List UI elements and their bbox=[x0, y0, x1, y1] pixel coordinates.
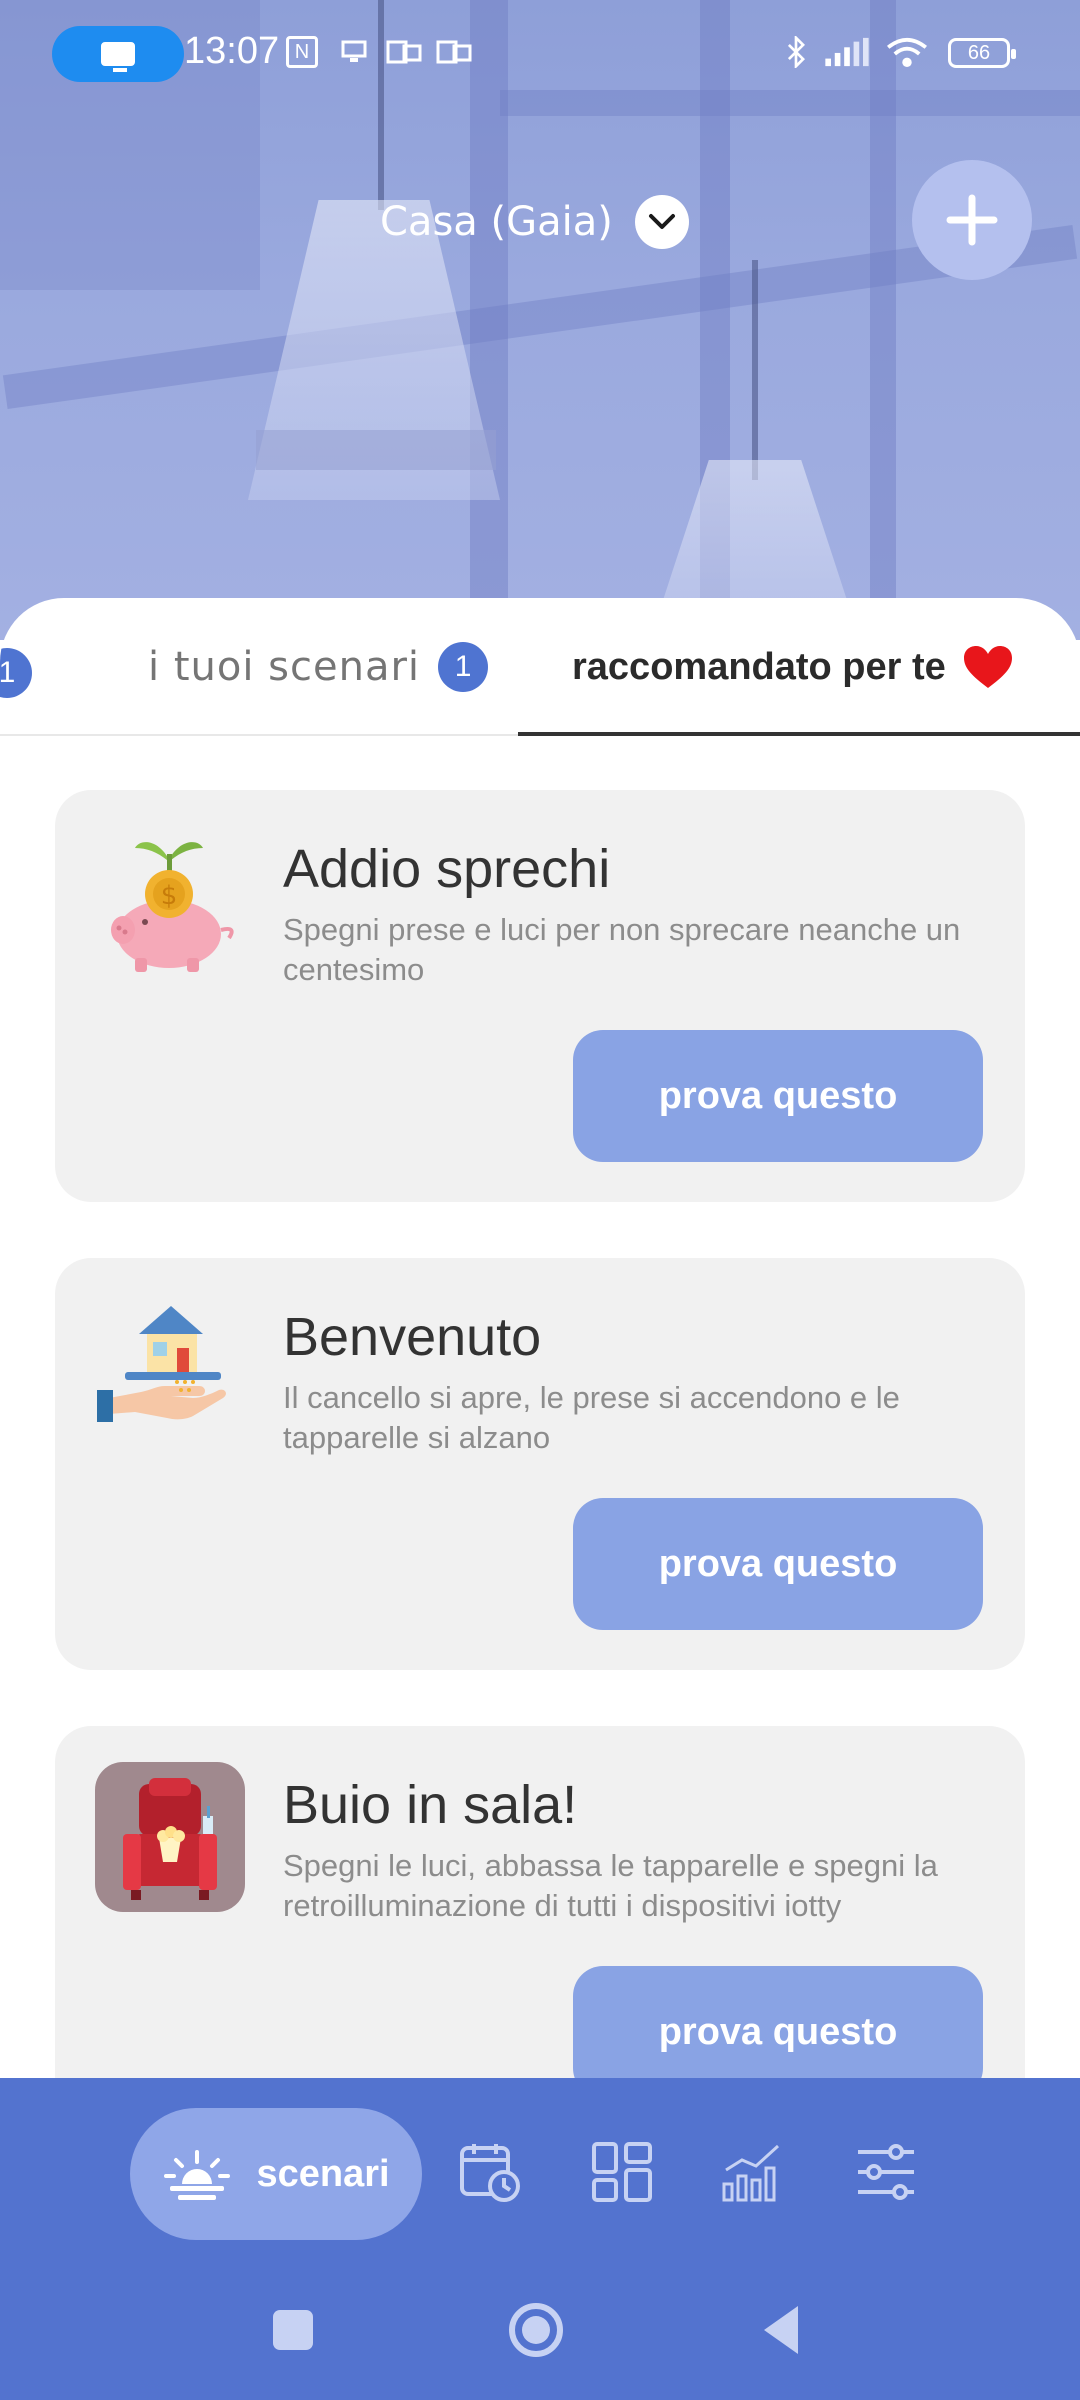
wifi-icon bbox=[887, 37, 927, 68]
active-tab-indicator bbox=[518, 732, 1080, 736]
stats-icon[interactable] bbox=[720, 2140, 784, 2204]
content-sheet: 1 i tuoi scenari 1 raccomandato per te $ bbox=[0, 598, 1080, 2078]
count-badge: 1 bbox=[438, 642, 489, 692]
piggy-bank-icon: $ bbox=[111, 842, 234, 972]
status-bar: 13:07 N 66 bbox=[0, 0, 1080, 108]
signal-icon bbox=[825, 37, 869, 67]
svg-text:$: $ bbox=[161, 881, 178, 911]
desktop-icon bbox=[341, 40, 367, 62]
cinema-seat-icon bbox=[95, 1762, 245, 1912]
tab-recommended[interactable]: raccomandato per te bbox=[572, 598, 1014, 736]
home-name: Casa (Gaia) bbox=[380, 199, 613, 245]
nfc-icon: N bbox=[286, 36, 318, 68]
scenario-card: Buio in sala! Spegni le luci, abbassa le… bbox=[55, 1726, 1025, 2078]
house-in-hand-icon bbox=[97, 1306, 226, 1422]
recent-apps-icon[interactable] bbox=[268, 2290, 318, 2370]
tab-bar: 1 i tuoi scenari 1 raccomandato per te bbox=[0, 598, 1080, 736]
card-title: Buio in sala! bbox=[283, 1775, 578, 1835]
tab-label: i tuoi scenari bbox=[148, 644, 421, 690]
try-this-button[interactable]: prova questo bbox=[573, 1030, 983, 1162]
try-this-button[interactable]: prova questo bbox=[573, 1498, 983, 1630]
dashboard-icon[interactable] bbox=[590, 2140, 654, 2204]
try-this-button[interactable]: prova questo bbox=[573, 1966, 983, 2078]
monitor-icon bbox=[101, 42, 135, 72]
home-selector[interactable]: Casa (Gaia) bbox=[380, 190, 689, 254]
settings-sliders-icon[interactable] bbox=[854, 2140, 918, 2204]
scenario-card: $ Addio sprechi Spegni prese e luci per … bbox=[55, 790, 1025, 1202]
card-description: Il cancello si apre, le prese si accendo… bbox=[283, 1380, 900, 1455]
screen-cast-indicator[interactable] bbox=[52, 26, 184, 82]
home-icon[interactable] bbox=[504, 2290, 568, 2370]
outlook-icon bbox=[386, 40, 422, 64]
tab-label: raccomandato per te bbox=[572, 645, 946, 688]
battery-level: 66 bbox=[967, 41, 991, 64]
add-button[interactable] bbox=[912, 160, 1032, 280]
card-description: Spegni prese e luci per non sprecare nea… bbox=[283, 912, 961, 987]
back-icon[interactable] bbox=[756, 2290, 806, 2370]
scenari-icon bbox=[164, 2150, 231, 2200]
card-description: Spegni le luci, abbassa le tapparelle e … bbox=[283, 1848, 938, 1923]
outlook-icon bbox=[436, 40, 472, 64]
card-title: Benvenuto bbox=[283, 1307, 542, 1367]
battery-icon: 66 bbox=[948, 38, 1016, 68]
plus-icon bbox=[946, 194, 998, 246]
clock: 13:07 bbox=[184, 30, 280, 72]
tab-my-scenarios[interactable]: i tuoi scenari 1 bbox=[148, 598, 489, 736]
badge: 1 bbox=[0, 648, 32, 698]
heart-icon bbox=[963, 646, 1012, 688]
card-title: Addio sprechi bbox=[283, 839, 611, 899]
bluetooth-icon bbox=[787, 36, 805, 68]
nav-label: scenari bbox=[256, 2152, 390, 2195]
scenario-card: Benvenuto Il cancello si apre, le prese … bbox=[55, 1258, 1025, 1670]
nav-item-scenari[interactable]: scenari bbox=[130, 2108, 422, 2240]
calendar-clock-icon[interactable] bbox=[458, 2140, 522, 2204]
chevron-down-icon bbox=[634, 195, 689, 249]
